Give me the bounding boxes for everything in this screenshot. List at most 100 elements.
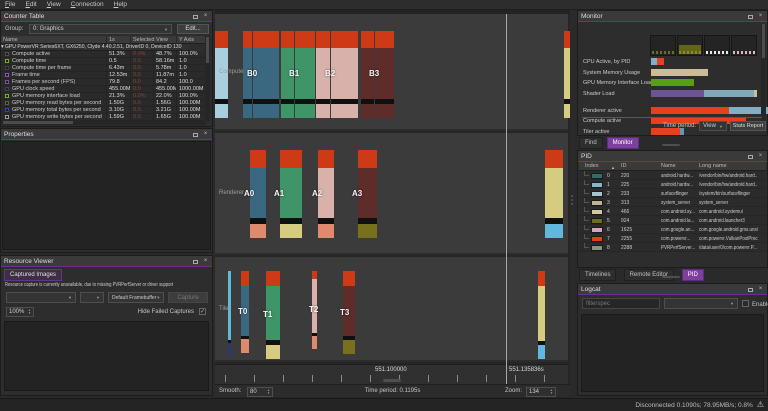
timeline-bar-t2[interactable]: T2 <box>312 271 317 349</box>
timeline-track-renderer[interactable]: RendererA0A1A2A3 <box>215 133 568 255</box>
counter-row[interactable]: GPU clock speed455.00M0.0455.00M1000.00M <box>1 86 206 93</box>
resource-select-1[interactable]: ▼ <box>6 292 76 303</box>
splitter-handle[interactable] <box>662 276 680 278</box>
pid-tab-pid[interactable]: PID <box>682 269 704 281</box>
close-icon[interactable]: × <box>757 153 764 160</box>
counter-row[interactable]: Frame time12.53m0.011.87m1.0 <box>1 72 206 79</box>
close-icon[interactable]: × <box>202 131 209 138</box>
timeline-bar-t0[interactable]: T0 <box>241 271 249 353</box>
zoom-level-stepper[interactable]: 100% ▲▼ <box>6 307 34 317</box>
timeline-bar-a1[interactable]: A1 <box>280 150 302 238</box>
pid-column-header[interactable]: ID <box>621 163 627 169</box>
pid-row[interactable]: 82288PVRPerfServer.../data/user/0/com.po… <box>579 243 766 252</box>
counter-row[interactable]: GPU memory interface load21.3%0.0%22.0%1… <box>1 93 206 100</box>
float-icon[interactable] <box>193 15 198 19</box>
counter-row[interactable]: Frames per second (FPS)79.80.084.2100.0 <box>1 79 206 86</box>
splitter-handle[interactable] <box>383 379 401 382</box>
menu-connection[interactable]: Connection <box>66 0 109 9</box>
tab-captured-images[interactable]: Captured Images <box>4 269 62 281</box>
monitor-tab-monitor[interactable]: Monitor <box>607 137 639 149</box>
pid-column-header[interactable]: Name <box>661 163 676 169</box>
hide-failed-captures-checkbox[interactable]: ✓ <box>199 308 206 315</box>
pid-row[interactable]: 61625com.google.an...com.google.android.… <box>579 225 766 234</box>
smooth-stepper[interactable]: 80 ▲▼ <box>247 387 273 397</box>
timeline-bar-b3[interactable]: B3 <box>375 31 394 118</box>
timeline-bar-a2[interactable]: A2 <box>318 150 334 238</box>
counter-row[interactable]: Compute active51.3%0.0%48.7%100.0% <box>1 51 206 58</box>
close-icon[interactable]: × <box>202 13 209 20</box>
column-header[interactable]: Y Axis <box>177 36 206 44</box>
close-icon[interactable]: × <box>757 286 764 293</box>
timeline-bar-b1[interactable]: B1 <box>295 31 315 118</box>
pid-row[interactable]: 2233surfaceflinger/system/bin/surfacefli… <box>579 189 766 198</box>
splitter-handle[interactable] <box>662 144 680 146</box>
timeline-bar[interactable] <box>215 31 228 118</box>
counter-table-hscrollbar[interactable] <box>1 120 206 125</box>
pid-tab-timelines[interactable]: Timelines <box>579 269 616 281</box>
framebuffer-select[interactable]: Default Framebuffer ▼ <box>108 292 164 303</box>
close-icon[interactable]: × <box>757 13 764 20</box>
zoom-stepper[interactable]: 134 ▲▼ <box>526 387 556 397</box>
menu-edit[interactable]: Edit <box>21 0 42 9</box>
logcat-enable-checkbox[interactable]: ✓ <box>742 300 749 307</box>
pid-row[interactable]: 0220android.hardw.../vendor/bin/hw/andro… <box>579 171 766 180</box>
counter-checkbox[interactable] <box>5 52 9 56</box>
counter-table-device-row[interactable]: ▾ GPU PowerVR Series6XT, GX6250, Clyde 4… <box>1 44 190 51</box>
pid-tab-remote-editor[interactable]: Remote Editor <box>624 269 674 281</box>
counter-row[interactable]: GPU memory read bytes per second1.50G0.0… <box>1 100 206 107</box>
float-icon[interactable] <box>193 260 198 264</box>
menu-help[interactable]: Help <box>109 0 132 9</box>
timeline-bar[interactable] <box>538 271 545 359</box>
counter-row[interactable]: GPU memory total bytes per second3.10G0.… <box>1 107 206 114</box>
counter-table-vscrollbar[interactable] <box>205 36 210 121</box>
timeline-bar[interactable] <box>564 31 570 118</box>
time-marker-line[interactable] <box>506 14 507 384</box>
counter-checkbox[interactable] <box>5 87 9 91</box>
pid-column-header[interactable]: Index <box>585 163 598 169</box>
counter-row[interactable]: Compute time0.50.058.16m1.0 <box>1 58 206 65</box>
resource-select-2[interactable]: ▼ <box>80 292 104 303</box>
timeline-bar[interactable] <box>545 150 563 238</box>
float-icon[interactable] <box>748 15 753 19</box>
counter-checkbox[interactable] <box>5 101 9 105</box>
menu-file[interactable]: File <box>0 0 21 9</box>
pid-row[interactable]: 3313system_serversystem_server <box>579 198 766 207</box>
counter-checkbox[interactable] <box>5 59 9 63</box>
float-icon[interactable] <box>748 288 753 292</box>
capture-button[interactable]: Capture <box>168 292 208 303</box>
pid-column-header[interactable]: Long name <box>699 163 727 169</box>
counter-checkbox[interactable] <box>5 94 9 98</box>
edit-button[interactable]: Edit... <box>177 24 209 34</box>
timeline-track-tiler[interactable]: TilerT0T1T2T3 <box>215 257 568 362</box>
column-header[interactable]: Name <box>1 36 107 44</box>
column-header[interactable]: Selected <box>131 36 154 44</box>
menu-view[interactable]: View <box>42 0 66 9</box>
close-icon[interactable]: × <box>202 258 209 265</box>
stats-report-button[interactable]: Stats Report <box>730 121 766 131</box>
float-icon[interactable] <box>748 155 753 159</box>
timeline-bar-b2[interactable]: B2 <box>331 31 358 118</box>
counter-checkbox[interactable] <box>5 80 9 84</box>
monitor-vscrollbar[interactable] <box>761 24 766 124</box>
timeline-bar[interactable] <box>228 271 231 356</box>
pid-row[interactable]: 1225android.hardw.../vendor/bin/hw/andro… <box>579 180 766 189</box>
pid-row[interactable]: 5924com.android.la...com.android.launche… <box>579 216 766 225</box>
column-header[interactable]: View <box>154 36 177 44</box>
timeline-bar-t3[interactable]: T3 <box>343 271 355 354</box>
counter-checkbox[interactable] <box>5 115 9 119</box>
counter-row[interactable]: Compute time per frame6.43m0.05.78m1.0 <box>1 65 206 72</box>
timeline-track-compute[interactable]: ComputeB0B1B2B3 <box>215 14 568 131</box>
logcat-filter-input[interactable]: filterspec <box>582 298 660 309</box>
column-header[interactable]: 1s <box>107 36 131 44</box>
timeline-bar-a0[interactable]: A0 <box>250 150 266 238</box>
timeline-bar-a3[interactable]: A3 <box>358 150 377 238</box>
counter-checkbox[interactable] <box>5 66 9 70</box>
float-icon[interactable] <box>193 133 198 137</box>
pid-row[interactable]: 72255com.powervr...com.powervr.VulkanPos… <box>579 234 766 243</box>
pid-row[interactable]: 4466com.android.sy...com.android.systemu… <box>579 207 766 216</box>
sort-ascending-icon[interactable]: ▲ <box>611 165 615 170</box>
counter-checkbox[interactable] <box>5 108 9 112</box>
timeline-bar-b0[interactable]: B0 <box>253 31 279 118</box>
logcat-select[interactable]: ▼ <box>664 298 738 309</box>
counter-checkbox[interactable] <box>5 73 9 77</box>
